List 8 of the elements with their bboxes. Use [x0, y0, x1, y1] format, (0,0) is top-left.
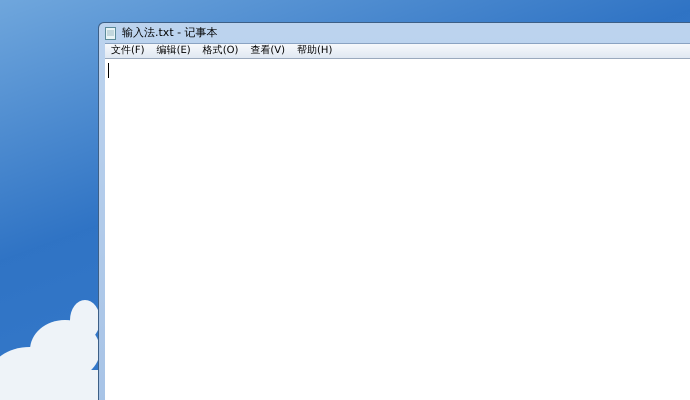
- menu-item[interactable]: 查看(V): [244, 44, 292, 58]
- menu-item[interactable]: 编辑(E): [150, 44, 197, 58]
- window-title: 输入法.txt - 记事本: [122, 24, 218, 41]
- text-cursor: [108, 63, 109, 78]
- menu-item[interactable]: 格式(O): [196, 44, 244, 58]
- menu-item[interactable]: 文件(F): [105, 44, 151, 58]
- notepad-icon: [105, 26, 116, 40]
- menu-item[interactable]: 帮助(H): [291, 44, 338, 58]
